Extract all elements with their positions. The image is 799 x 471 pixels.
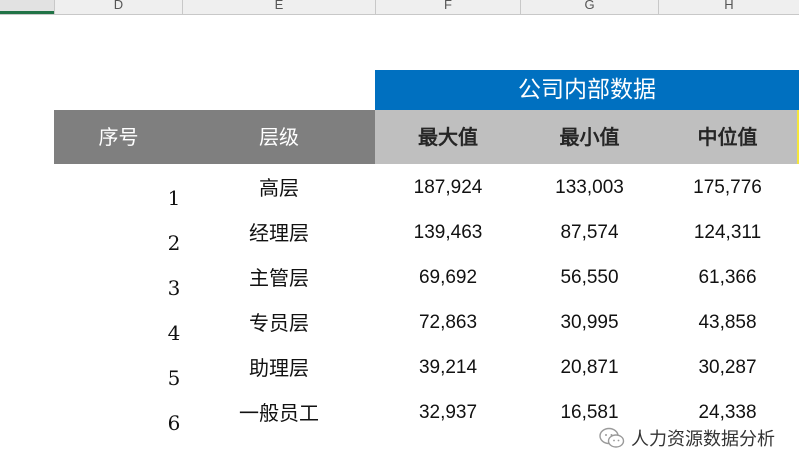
cell-median[interactable]: 124,311 [658, 213, 797, 258]
wechat-icon [599, 427, 625, 448]
cell-level[interactable]: 专员层 [183, 303, 375, 348]
cell-max[interactable]: 32,937 [375, 393, 521, 438]
select-all-corner[interactable] [0, 0, 55, 14]
cell-max[interactable]: 139,463 [375, 213, 521, 258]
watermark: 人力资源数据分析 [599, 424, 775, 452]
cell-min[interactable]: 56,550 [521, 258, 658, 303]
cell-min[interactable]: 87,574 [521, 213, 658, 258]
cell-median[interactable]: 43,858 [658, 303, 797, 348]
column-header-f[interactable]: F [376, 0, 521, 14]
column-header-h[interactable]: H [659, 0, 799, 14]
cell-min[interactable]: 20,871 [521, 348, 658, 393]
cell-level[interactable]: 主管层 [183, 258, 375, 303]
header-seq[interactable]: 序号 [54, 110, 183, 164]
column-header-bar: D E F G H [0, 0, 799, 15]
cell-level[interactable]: 助理层 [183, 348, 375, 393]
header-level[interactable]: 层级 [183, 110, 375, 164]
watermark-text: 人力资源数据分析 [631, 429, 775, 450]
table-title-banner[interactable]: 公司内部数据 [375, 70, 799, 110]
cell-max[interactable]: 187,924 [375, 168, 521, 213]
column-header-d[interactable]: D [55, 0, 183, 14]
header-max[interactable]: 最大值 [375, 110, 521, 164]
header-median[interactable]: 中位值 [658, 110, 797, 164]
cell-median[interactable]: 30,287 [658, 348, 797, 393]
cell-max[interactable]: 39,214 [375, 348, 521, 393]
cell-median[interactable]: 175,776 [658, 168, 797, 213]
header-min[interactable]: 最小值 [521, 110, 658, 164]
cell-level[interactable]: 高层 [183, 168, 375, 213]
selection-indicator [0, 11, 54, 14]
cell-max[interactable]: 72,863 [375, 303, 521, 348]
cell-level[interactable]: 经理层 [183, 213, 375, 258]
cell-level[interactable]: 一般员工 [183, 393, 375, 438]
cell-min[interactable]: 133,003 [521, 168, 658, 213]
cell-median[interactable]: 61,366 [658, 258, 797, 303]
column-header-e[interactable]: E [183, 0, 376, 14]
cell-min[interactable]: 30,995 [521, 303, 658, 348]
column-header-g[interactable]: G [521, 0, 659, 14]
cell-max[interactable]: 69,692 [375, 258, 521, 303]
